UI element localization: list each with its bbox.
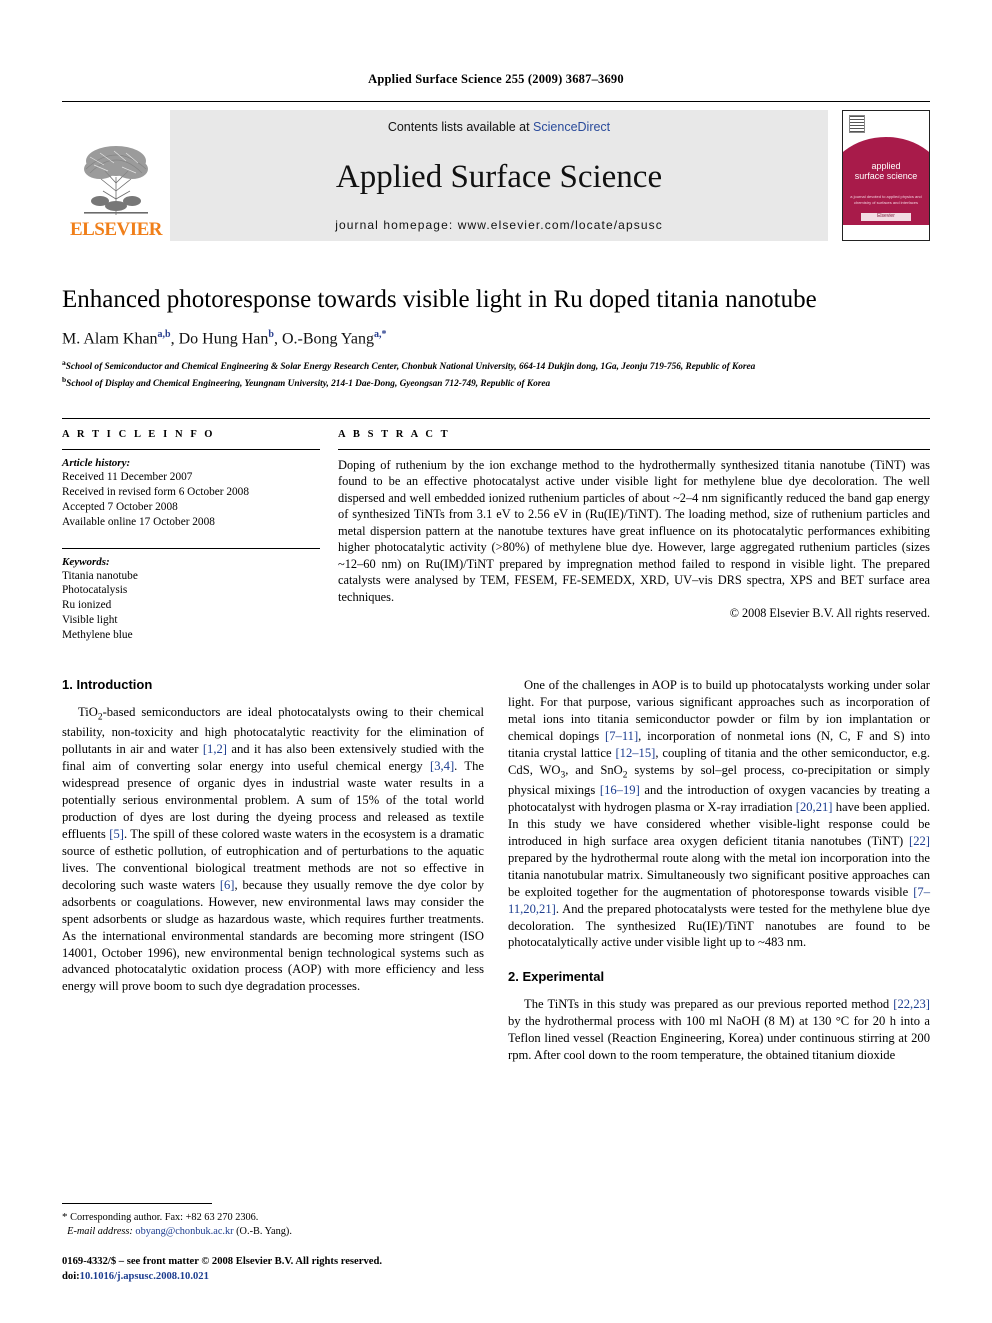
author-name: M. Alam Khan (62, 329, 158, 347)
keyword-item: Ru ionized (62, 599, 112, 612)
citation-reference[interactable]: [20,21] (796, 800, 833, 814)
elsevier-tree-icon (84, 146, 148, 215)
abstract-column: A B S T R A C T Doping of ruthenium by t… (338, 429, 930, 643)
experimental-paragraph-1: The TiNTs in this study was prepared as … (508, 997, 930, 1063)
citation-reference[interactable]: [1,2] (203, 742, 227, 756)
body-column-right: One of the challenges in AOP is to build… (508, 677, 930, 1064)
cover-body: applied surface science a journal devote… (843, 159, 929, 225)
issn-copyright-block: 0169-4332/$ – see front matter © 2008 El… (62, 1255, 487, 1285)
citation-reference[interactable]: [7–11,20,21] (508, 885, 930, 916)
journal-banner: ELSEVIER Contents lists available at Sci… (62, 101, 930, 241)
author-name: O.-Bong Yang (281, 329, 374, 347)
divider (62, 547, 320, 549)
footnote-divider (62, 1202, 212, 1204)
article-info-column: A R T I C L E I N F O Article history: R… (62, 429, 320, 643)
cover-mini-logo-icon (849, 115, 865, 133)
body-column-left: 1. Introduction TiO2-based semiconductor… (62, 677, 484, 1064)
sciencedirect-link[interactable]: ScienceDirect (533, 120, 610, 134)
citation-reference[interactable]: [3,4] (430, 759, 454, 773)
cover-title-line1: applied (871, 161, 901, 171)
article-info-label: A R T I C L E I N F O (62, 428, 216, 440)
author-separator: , (273, 329, 282, 347)
info-abstract-row: A R T I C L E I N F O Article history: R… (62, 417, 930, 643)
citation-reference[interactable]: [5] (109, 827, 124, 841)
citation-reference[interactable]: [22] (909, 834, 930, 848)
divider (338, 448, 930, 450)
abstract-label: A B S T R A C T (338, 428, 451, 440)
divider (62, 448, 320, 450)
journal-homepage-link[interactable]: journal homepage: www.elsevier.com/locat… (335, 218, 663, 232)
email-link[interactable]: obyang@chonbuk.ac.kr (135, 1226, 233, 1237)
cover-publisher-mark: Elsevier (861, 213, 911, 221)
history-item: Accepted 7 October 2008 (62, 500, 178, 513)
elsevier-wordmark: ELSEVIER (69, 219, 163, 240)
copyright-line: © 2008 Elsevier B.V. All rights reserved… (729, 606, 930, 621)
history-item: Received in revised form 6 October 2008 (62, 485, 249, 498)
author-affiliation-marks: a,* (373, 328, 387, 340)
author-name: Do Hung Han (178, 329, 269, 347)
journal-title: Applied Surface Science (335, 158, 663, 195)
cover-arc-shape (843, 137, 929, 183)
cover-title-line2: surface science (854, 171, 918, 182)
keyword-item: Visible light (62, 614, 118, 627)
banner-center: Contents lists available at ScienceDirec… (170, 110, 828, 241)
keyword-item: Titania nanotube (62, 569, 138, 582)
footnote-area: * Corresponding author. Fax: +82 63 270 … (62, 1202, 487, 1285)
body-columns: 1. Introduction TiO2-based semiconductor… (62, 677, 930, 1064)
issn-line: 0169-4332/$ – see front matter © 2008 El… (62, 1256, 382, 1268)
corresponding-author-note: * Corresponding author. Fax: +82 63 270 … (62, 1210, 487, 1225)
doi-line: doi:10.1016/j.apsusc.2008.10.021 (62, 1270, 487, 1285)
corresponding-author-text: Corresponding author. Fax: +82 63 270 23… (70, 1211, 259, 1223)
affiliation: bSchool of Display and Chemical Engineer… (62, 375, 930, 392)
citation-reference[interactable]: [6] (220, 878, 235, 892)
intro-paragraph-1: TiO2-based semiconductors are ideal phot… (62, 705, 485, 994)
cover-subtitle: a journal devoted to applied physics and… (850, 193, 922, 205)
affiliation-text: School of Display and Chemical Engineeri… (66, 379, 551, 390)
affiliation-text: School of Semiconductor and Chemical Eng… (65, 361, 756, 372)
email-owner: (O.-B. Yang). (236, 1225, 292, 1237)
article-history-heading: Article history: (62, 456, 131, 469)
affiliation: aSchool of Semiconductor and Chemical En… (62, 358, 930, 375)
contents-available-line: Contents lists available at ScienceDirec… (388, 120, 610, 134)
keywords-block: Keywords: Titania nanotube Photocatalysi… (62, 547, 320, 644)
elsevier-logo: ELSEVIER (62, 110, 170, 241)
cover-top-strip (843, 111, 929, 137)
keywords-heading: Keywords: (62, 555, 110, 568)
paper-page: Applied Surface Science 255 (2009) 3687–… (0, 0, 992, 1323)
abstract-text: Doping of ruthenium by the ion exchange … (338, 457, 930, 604)
email-label: E-mail address: (67, 1225, 133, 1237)
section-title-introduction: 1. Introduction (62, 677, 153, 693)
asterisk-icon: * (62, 1210, 68, 1223)
title-block: Enhanced photoresponse towards visible l… (62, 285, 930, 392)
citation-reference[interactable]: [7–11] (605, 729, 638, 743)
contents-prefix: Contents lists available at (387, 120, 534, 134)
keyword-item: Methylene blue (62, 629, 133, 642)
citation-reference[interactable]: [16–19] (600, 783, 640, 797)
author-affiliation-marks: a,b (157, 328, 171, 340)
history-item: Available online 17 October 2008 (62, 515, 215, 528)
citation-reference[interactable]: [12–15] (615, 746, 655, 760)
paper-title: Enhanced photoresponse towards visible l… (62, 286, 817, 313)
journal-cover-thumbnail: applied surface science a journal devote… (842, 110, 930, 241)
keyword-item: Photocatalysis (62, 584, 128, 597)
citation-reference[interactable]: [22,23] (893, 997, 930, 1011)
author-separator: , (170, 329, 179, 347)
email-note: E-mail address: obyang@chonbuk.ac.kr (O.… (62, 1225, 487, 1239)
doi-label: doi: (62, 1271, 80, 1283)
section-title-experimental: 2. Experimental (508, 969, 605, 985)
history-item: Received 11 December 2007 (62, 470, 193, 483)
running-head: Applied Surface Science 255 (2009) 3687–… (368, 72, 624, 86)
author-list: M. Alam Khana,b, Do Hung Hanb, O.-Bong Y… (62, 329, 930, 348)
doi-link[interactable]: 10.1016/j.apsusc.2008.10.021 (80, 1271, 209, 1282)
intro-paragraph-2: One of the challenges in AOP is to build… (508, 678, 931, 950)
